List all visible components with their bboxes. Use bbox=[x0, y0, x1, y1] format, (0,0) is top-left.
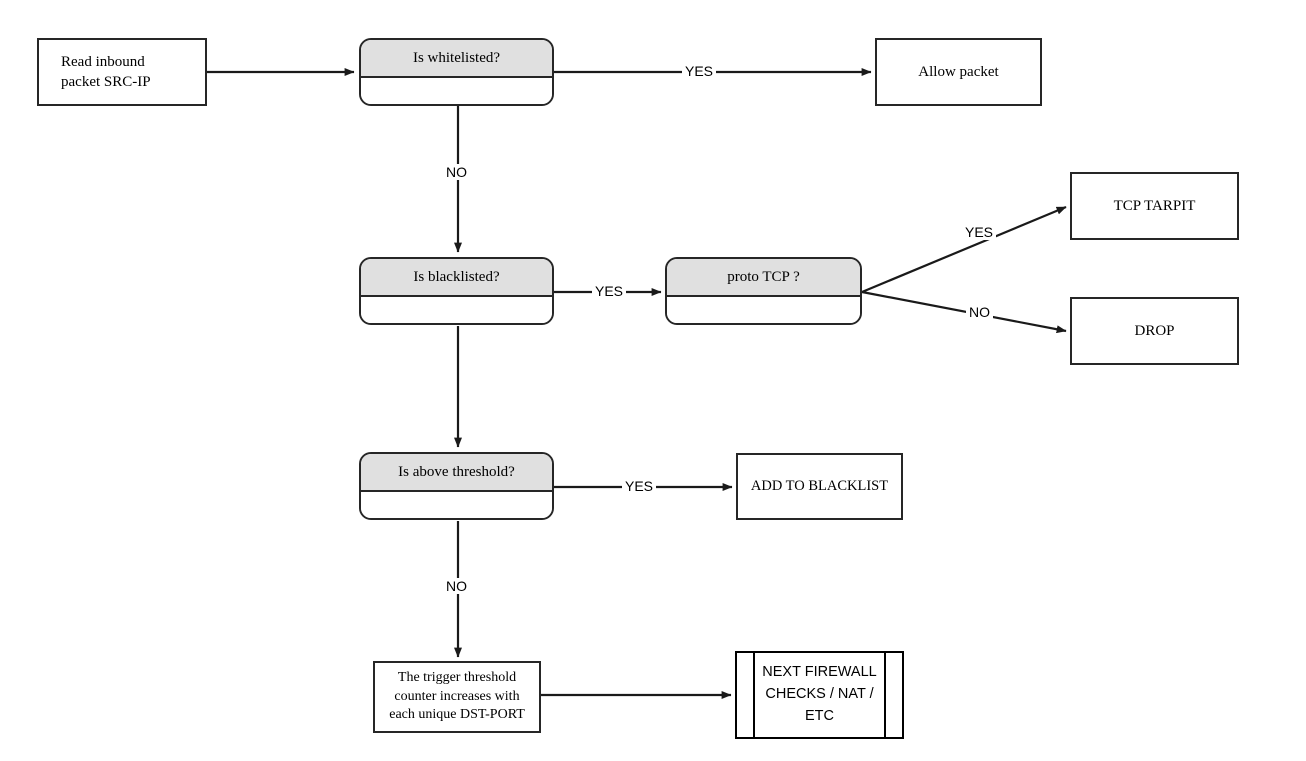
node-allow-packet: Allow packet bbox=[875, 38, 1042, 106]
edge-label-no-threshold: NO bbox=[443, 578, 470, 594]
node-tcp-tarpit-label: TCP TARPIT bbox=[1113, 197, 1196, 214]
node-next-firewall-line2: CHECKS / NAT / bbox=[765, 686, 874, 703]
node-proto-tcp: proto TCP ? bbox=[665, 257, 862, 325]
subroutine-right-bar bbox=[884, 653, 886, 737]
node-add-to-blacklist-label: ADD TO BLACKLIST bbox=[750, 477, 889, 494]
node-is-blacklisted-label: Is blacklisted? bbox=[361, 259, 552, 297]
node-trigger-counter-line2: counter increases with bbox=[394, 688, 520, 704]
node-is-whitelisted-body bbox=[361, 78, 552, 104]
node-is-above-threshold-label: Is above threshold? bbox=[361, 454, 552, 492]
node-allow-packet-label: Allow packet bbox=[918, 63, 999, 80]
node-proto-tcp-body bbox=[667, 297, 860, 323]
node-trigger-counter-line1: The trigger threshold bbox=[397, 669, 517, 685]
node-is-above-threshold: Is above threshold? bbox=[359, 452, 554, 520]
node-next-firewall-line1: NEXT FIREWALL bbox=[762, 664, 877, 681]
node-drop: DROP bbox=[1070, 297, 1239, 365]
node-trigger-counter: The trigger threshold counter increases … bbox=[373, 661, 541, 733]
node-read-packet-line2: packet SRC-IP bbox=[61, 74, 151, 90]
edge-label-yes-blacklisted: YES bbox=[592, 283, 627, 299]
node-drop-label: DROP bbox=[1134, 322, 1175, 339]
node-is-above-threshold-body bbox=[361, 492, 552, 518]
edge-proto-tcp-yes-to-tcp-tarpit bbox=[861, 205, 1067, 294]
edge-layer bbox=[206, 68, 1067, 699]
node-read-packet-line1: Read inbound bbox=[61, 53, 145, 70]
node-read-packet: Read inbound packet SRC-IP bbox=[37, 38, 207, 106]
node-is-blacklisted: Is blacklisted? bbox=[359, 257, 554, 325]
edge-label-no-whitelisted: NO bbox=[443, 164, 470, 180]
node-next-firewall: NEXT FIREWALL CHECKS / NAT / ETC bbox=[735, 651, 904, 739]
node-is-whitelisted: Is whitelisted? bbox=[359, 38, 554, 106]
edge-label-no-proto-tcp: NO bbox=[966, 304, 993, 320]
node-trigger-counter-label: The trigger threshold counter increases … bbox=[389, 669, 525, 726]
node-read-packet-label: Read inbound packet SRC-IP bbox=[61, 52, 151, 93]
node-proto-tcp-label: proto TCP ? bbox=[667, 259, 860, 297]
node-add-to-blacklist: ADD TO BLACKLIST bbox=[736, 453, 903, 520]
node-trigger-counter-line3: each unique DST-PORT bbox=[389, 707, 525, 723]
node-is-blacklisted-body bbox=[361, 297, 552, 323]
node-next-firewall-line3: ETC bbox=[804, 707, 834, 724]
node-tcp-tarpit: TCP TARPIT bbox=[1070, 172, 1239, 240]
edge-label-yes-threshold: YES bbox=[622, 478, 657, 494]
edge-label-yes-proto-tcp: YES bbox=[962, 224, 997, 240]
edge-proto-tcp-no-to-drop bbox=[861, 290, 1067, 334]
flowchart-canvas: Read inbound packet SRC-IP Is whiteliste… bbox=[0, 0, 1306, 761]
edge-label-yes-whitelisted: YES bbox=[682, 63, 717, 79]
node-is-whitelisted-label: Is whitelisted? bbox=[361, 40, 552, 78]
node-next-firewall-label: NEXT FIREWALL CHECKS / NAT / ETC bbox=[755, 653, 884, 737]
